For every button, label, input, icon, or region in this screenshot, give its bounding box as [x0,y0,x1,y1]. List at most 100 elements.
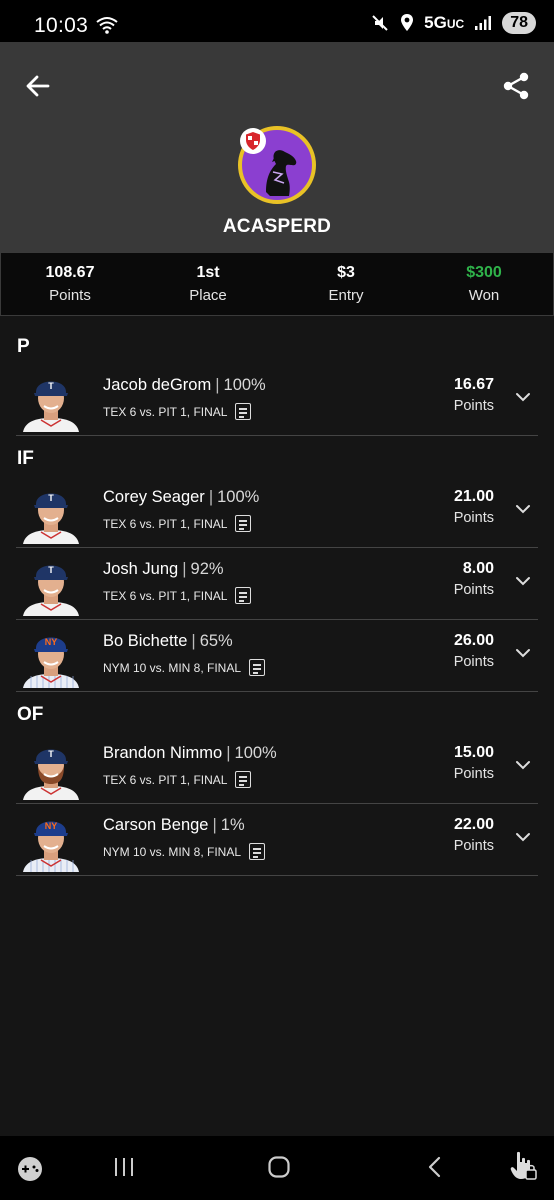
wifi-icon [96,17,118,34]
network-type: 5GUC [424,13,465,32]
chevron-down-icon[interactable] [514,828,532,846]
stat-label: Entry [328,287,364,304]
svg-text:T: T [48,493,54,503]
game-line: TEX 6 vs. PIT 1, FINAL [103,587,252,604]
chevron-down-icon[interactable] [514,388,532,406]
stat-entry: $3 Entry [277,253,415,315]
points-label: Points [453,398,494,414]
player-name: Carson Benge [103,816,209,834]
player-name-line: Jacob deGrom | 100% [103,376,266,394]
avatar [238,126,316,204]
touch-lock-icon[interactable] [508,1150,538,1182]
stat-place: 1st Place [139,253,277,315]
share-icon[interactable] [500,70,532,102]
player-name: Brandon Nimmo [103,744,223,762]
chevron-down-icon[interactable] [514,644,532,662]
recent-apps-icon[interactable] [112,1156,136,1178]
stat-label: Points [49,287,91,304]
player-points: 21.00 Points [454,488,494,526]
position-header: P [17,336,30,357]
game-line: NYM 10 vs. MIN 8, FINAL [103,843,266,860]
player-ownership: 100% [217,488,260,506]
player-ownership: 1% [220,816,245,834]
profile-header: ACASPERD [0,42,554,252]
player-headshot: NY [19,808,83,872]
game-line: NYM 10 vs. MIN 8, FINAL [103,659,266,676]
points-value: 26.00 [453,632,494,649]
status-right-cluster: 5GUC 78 [370,12,536,34]
stat-won: $300 Won [415,253,553,315]
roster-list: P T Jacob deGrom | 100% TEX 6 vs. PIT 1, F… [16,324,538,876]
position-header: IF [17,448,34,469]
stat-points: 108.67 Points [1,253,139,315]
points-value: 21.00 [453,488,494,505]
game-score: TEX 6 vs. PIT 1, FINAL [103,516,228,531]
player-ownership: 65% [199,632,233,650]
player-points: 16.67 Points [454,376,494,414]
mute-icon [372,15,388,31]
player-ownership: 92% [190,560,224,578]
player-row[interactable]: NY Bo Bichette | 65% NYM 10 vs. MIN 8, FIN… [16,620,538,692]
document-icon[interactable] [235,587,252,604]
points-label: Points [453,766,494,782]
player-ownership: 100% [223,376,266,394]
chevron-down-icon[interactable] [514,500,532,518]
player-points: 15.00 Points [454,744,494,782]
game-controller-icon[interactable] [16,1156,44,1182]
player-headshot: T [19,552,83,616]
shield-badge-icon [240,128,266,154]
document-icon[interactable] [249,843,266,860]
stat-label: Place [189,287,227,304]
document-icon[interactable] [235,515,252,532]
svg-text:NY: NY [45,637,58,647]
player-name-line: Corey Seager | 100% [103,488,260,506]
points-label: Points [453,510,494,526]
player-row[interactable]: T Josh Jung | 92% TEX 6 vs. PIT 1, FINAL 8… [16,548,538,620]
svg-text:T: T [48,749,54,759]
document-icon[interactable] [249,659,266,676]
battery-level: 78 [502,12,536,34]
game-line: TEX 6 vs. PIT 1, FINAL [103,515,252,532]
document-icon[interactable] [235,771,252,788]
player-headshot: T [19,368,83,432]
game-score: NYM 10 vs. MIN 8, FINAL [103,844,242,859]
player-row[interactable]: T Corey Seager | 100% TEX 6 vs. PIT 1, FIN… [16,476,538,548]
player-name-line: Brandon Nimmo | 100% [103,744,277,762]
svg-text:T: T [48,381,54,391]
player-points: 8.00 Points [454,560,494,598]
stat-label: Won [468,287,500,304]
document-icon[interactable] [235,403,252,420]
player-ownership: 100% [234,744,277,762]
status-bar: 10:03 5GUC 78 [0,0,554,42]
player-name-line: Josh Jung | 92% [103,560,224,578]
arrow-left-icon[interactable] [22,70,54,102]
player-headshot: NY [19,624,83,688]
player-points: 22.00 Points [454,816,494,854]
player-row[interactable]: T Brandon Nimmo | 100% TEX 6 vs. PIT 1, FI… [16,732,538,804]
player-name: Josh Jung [103,560,179,578]
player-name: Bo Bichette [103,632,188,650]
points-value: 15.00 [453,744,494,761]
system-nav-bar [0,1136,554,1200]
player-name: Corey Seager [103,488,205,506]
player-row[interactable]: T Jacob deGrom | 100% TEX 6 vs. PIT 1, FIN… [16,364,538,436]
player-name: Jacob deGrom [103,376,212,394]
svg-text:T: T [48,565,54,575]
points-label: Points [453,654,494,670]
player-row[interactable]: NY Carson Benge | 1% NYM 10 vs. MIN 8, FIN… [16,804,538,876]
chevron-down-icon[interactable] [514,572,532,590]
username: ACASPERD [222,216,332,237]
home-icon[interactable] [267,1155,291,1179]
chevron-down-icon[interactable] [514,756,532,774]
svg-text:NY: NY [45,821,58,831]
points-value: 16.67 [453,376,494,393]
status-time: 10:03 [34,14,89,37]
player-headshot: T [19,736,83,800]
player-points: 26.00 Points [454,632,494,670]
stat-value: 108.67 [45,264,95,281]
game-score: TEX 6 vs. PIT 1, FINAL [103,404,228,419]
back-nav-icon[interactable] [424,1155,446,1179]
player-name-line: Carson Benge | 1% [103,816,245,834]
stat-value: $3 [337,264,355,281]
points-value: 22.00 [453,816,494,833]
